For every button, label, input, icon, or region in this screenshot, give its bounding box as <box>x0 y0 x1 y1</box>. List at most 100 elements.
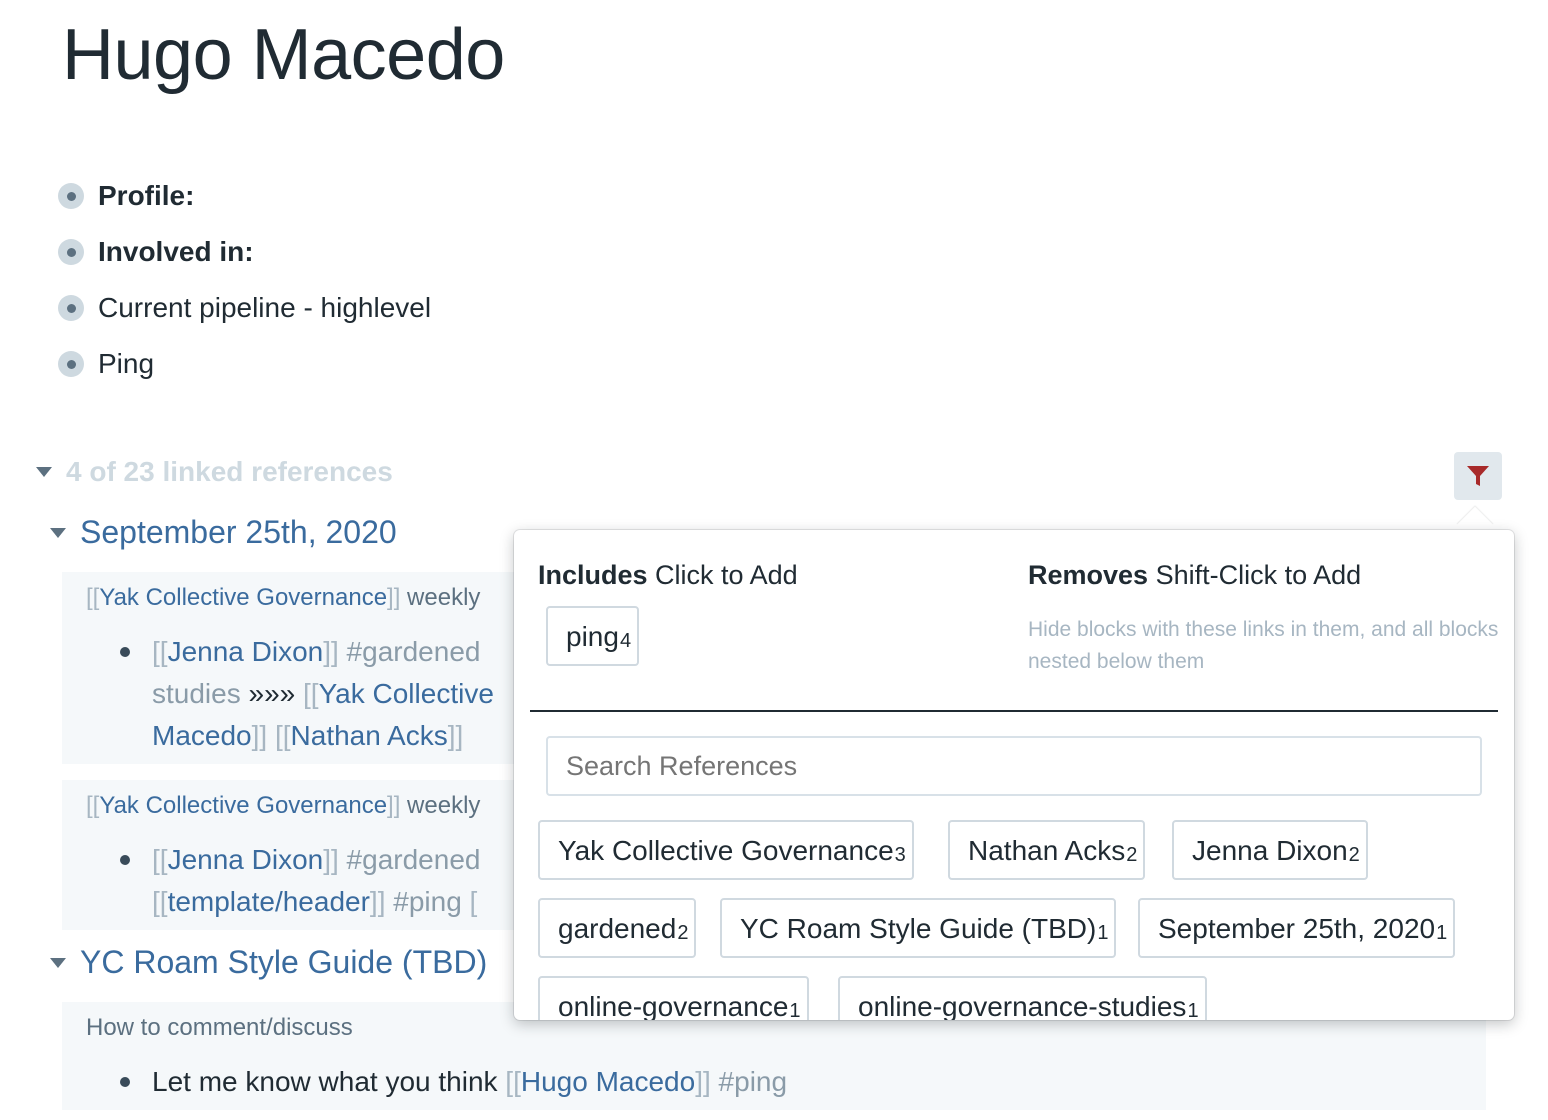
chip-count: 1 <box>1097 922 1109 944</box>
removes-description: Hide blocks with these links in them, an… <box>1028 618 1499 673</box>
text: studies <box>152 678 249 709</box>
section-page-link[interactable]: YC Roam Style Guide (TBD) <box>80 944 487 981</box>
caret-down-icon[interactable] <box>36 467 52 477</box>
chip-count: 2 <box>1348 844 1360 866</box>
bracket: ]] <box>323 844 339 875</box>
bullet-dot-icon[interactable] <box>58 183 84 209</box>
breadcrumb-link[interactable]: Yak Collective Governance <box>99 792 387 819</box>
reference-section-title[interactable]: September 25th, 2020 <box>50 514 397 551</box>
block-bullet-icon[interactable] <box>120 1077 130 1087</box>
bullet-row[interactable]: Ping <box>58 336 431 392</box>
includes-hint: Click to Add <box>655 560 798 590</box>
bracket: ]] <box>251 720 275 751</box>
bracket: [[ <box>505 1066 521 1097</box>
filter-button[interactable] <box>1454 452 1502 500</box>
bracket: ]] <box>695 1066 711 1097</box>
caret-down-icon[interactable] <box>50 957 66 968</box>
filter-chip[interactable]: Jenna Dixon 2 <box>1172 820 1368 880</box>
page-title: Hugo Macedo <box>62 15 505 95</box>
bracket: [[ <box>274 720 291 751</box>
chip-count: 1 <box>1187 1000 1199 1020</box>
block-bullet-icon[interactable] <box>120 855 130 865</box>
removes-hint: Shift-Click to Add <box>1155 560 1362 590</box>
page-link[interactable]: Nathan Acks <box>291 720 448 751</box>
bracket: ]] <box>323 636 339 667</box>
chip-label: online-governance-studies <box>858 991 1187 1020</box>
bracket: [[ <box>152 886 168 917</box>
filter-popover: Includes Click to Add Removes Shift-Clic… <box>514 530 1514 1020</box>
bullet-text[interactable]: Ping <box>98 348 154 380</box>
bracket: ]] <box>447 720 464 751</box>
bracket: [[ <box>303 678 319 709</box>
block-text[interactable]: [[Jenna Dixon]] #gardened [[template/hea… <box>152 839 480 923</box>
tag[interactable]: #ping <box>385 886 462 917</box>
breadcrumb-text: weekly <box>400 584 481 611</box>
page-link[interactable]: Jenna Dixon <box>168 844 324 875</box>
filter-funnel-icon <box>1467 466 1489 486</box>
filter-chip[interactable]: September 25th, 2020 1 <box>1138 898 1456 958</box>
page-link[interactable]: Jenna Dixon <box>168 636 324 667</box>
filter-chip[interactable]: Yak Collective Governance 3 <box>538 820 914 880</box>
breadcrumb: [[Yak Collective Governance]] weekly <box>86 792 480 820</box>
search-references-input[interactable] <box>546 736 1482 796</box>
bracket: [[ <box>86 584 100 611</box>
chip-count: 3 <box>894 844 906 866</box>
chip-count: 1 <box>1436 922 1448 944</box>
breadcrumb: How to comment/discuss <box>86 1014 353 1041</box>
linked-references-header[interactable]: 4 of 23 linked references <box>36 456 393 488</box>
removes-header: Removes Shift-Click to Add <box>1028 560 1361 591</box>
section-page-link[interactable]: September 25th, 2020 <box>80 514 397 551</box>
text: Let me know what you think <box>152 1066 506 1097</box>
bullet-row[interactable]: Current pipeline - highlevel <box>58 280 431 336</box>
page-bullets: Profile: Involved in: Current pipeline -… <box>58 168 431 392</box>
breadcrumb-text: weekly <box>400 792 481 819</box>
page-link[interactable]: template/header <box>168 886 370 917</box>
bullet-row[interactable]: Profile: <box>58 168 431 224</box>
bracket: [ <box>461 886 478 917</box>
page-link[interactable]: Macedo <box>152 720 252 751</box>
chip-label: YC Roam Style Guide (TBD) <box>740 913 1097 944</box>
tag[interactable]: #gardened <box>339 844 481 875</box>
chip-count: 1 <box>789 1000 801 1020</box>
included-filter-chip[interactable]: ping 4 <box>546 606 640 666</box>
page-link[interactable]: Hugo Macedo <box>521 1066 695 1097</box>
filter-chip[interactable]: Nathan Acks 2 <box>948 820 1146 880</box>
chip-count: 4 <box>619 630 632 652</box>
bullet-text[interactable]: Involved in: <box>98 236 254 268</box>
bullet-text[interactable]: Current pipeline - highlevel <box>98 292 431 324</box>
tag[interactable]: #gardened <box>339 636 481 667</box>
filter-chip[interactable]: gardened 2 <box>538 898 697 958</box>
chip-label: gardened <box>558 913 677 944</box>
bracket: [[ <box>152 844 168 875</box>
caret-down-icon[interactable] <box>50 527 66 538</box>
chip-label: online-governance <box>558 991 789 1020</box>
filter-chip[interactable]: online-governance 1 <box>538 976 809 1020</box>
removes-title: Removes <box>1028 560 1149 590</box>
bullet-dot-icon[interactable] <box>58 351 84 377</box>
filter-chip[interactable]: YC Roam Style Guide (TBD) 1 <box>720 898 1117 958</box>
chip-label: Jenna Dixon <box>1192 835 1348 866</box>
bullet-text[interactable]: Profile: <box>98 180 194 212</box>
chip-label: ping <box>566 621 619 652</box>
block-text[interactable]: Let me know what you think [[Hugo Macedo… <box>152 1061 787 1103</box>
block-bullet-icon[interactable] <box>120 647 130 657</box>
reference-section-title[interactable]: YC Roam Style Guide (TBD) <box>50 944 487 981</box>
bullet-row[interactable]: Involved in: <box>58 224 431 280</box>
bracket: [[ <box>86 792 100 819</box>
linked-references-count: 4 of 23 linked references <box>66 456 393 487</box>
text: »»» <box>248 678 303 709</box>
tag[interactable]: #ping <box>711 1066 788 1097</box>
chip-label: Yak Collective Governance <box>558 835 894 866</box>
bullet-dot-icon[interactable] <box>58 239 84 265</box>
breadcrumb-link[interactable]: Yak Collective Governance <box>99 584 387 611</box>
bracket: ]] <box>369 886 386 917</box>
breadcrumb: [[Yak Collective Governance]] weekly <box>86 584 480 612</box>
page-link[interactable]: Yak Collective <box>319 678 494 709</box>
bracket: ]] <box>387 584 401 611</box>
bullet-dot-icon[interactable] <box>58 295 84 321</box>
chip-label: Nathan Acks <box>968 835 1126 866</box>
filter-chip[interactable]: online-governance-studies 1 <box>838 976 1207 1020</box>
bracket: ]] <box>387 792 401 819</box>
includes-header: Includes Click to Add <box>538 560 798 591</box>
block-text[interactable]: [[ Jenna Dixon]] #gardened studies »»» [[… <box>152 631 494 757</box>
